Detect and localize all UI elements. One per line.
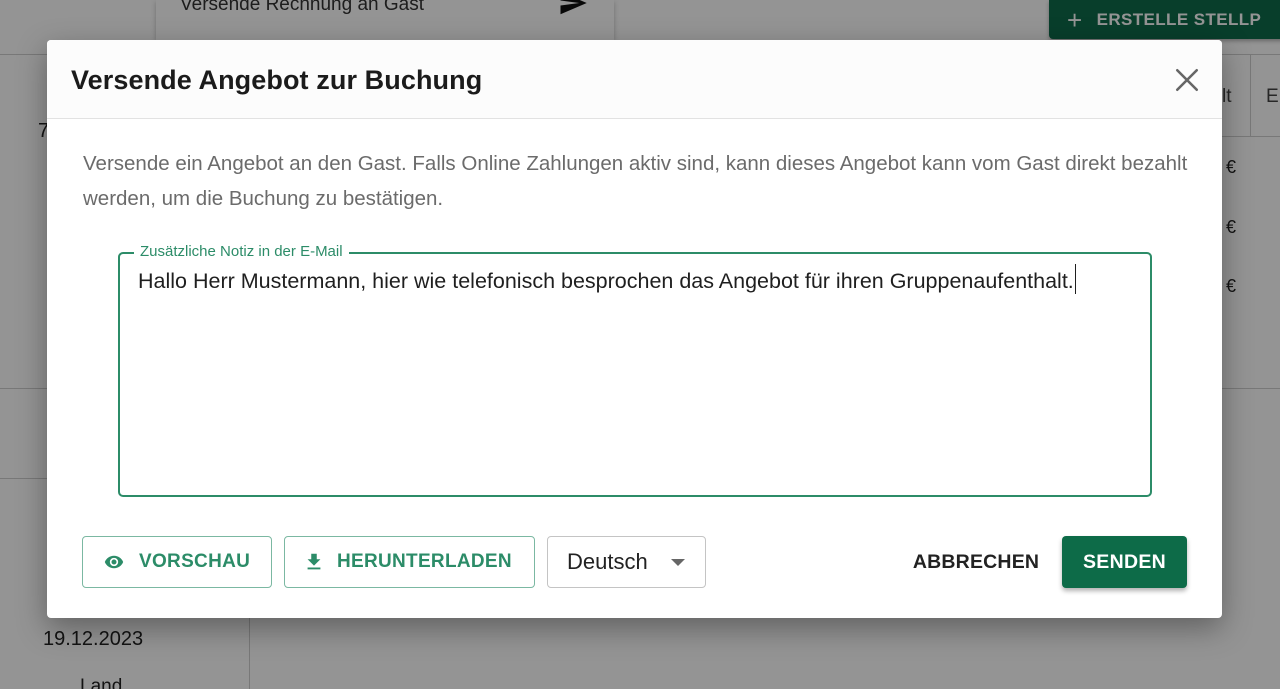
- close-icon[interactable]: [1174, 67, 1200, 93]
- download-button-label: HERUNTERLADEN: [337, 551, 512, 572]
- download-icon: [307, 553, 321, 570]
- dialog-title: Versende Angebot zur Buchung: [71, 65, 483, 95]
- preview-button[interactable]: VORSCHAU: [82, 536, 272, 588]
- download-button[interactable]: HERUNTERLADEN: [284, 536, 535, 588]
- dialog-header: Versende Angebot zur Buchung: [47, 40, 1222, 119]
- dialog-actions: VORSCHAU HERUNTERLADEN Deutsch ABBRECHEN…: [47, 536, 1222, 590]
- email-note-input[interactable]: Hallo Herr Mustermann, hier wie telefoni…: [138, 264, 1118, 298]
- dialog-description: Versende ein Angebot an den Gast. Falls …: [83, 152, 1188, 210]
- email-note-value: Hallo Herr Mustermann, hier wie telefoni…: [138, 269, 1074, 293]
- caret-down-icon: [671, 559, 685, 566]
- email-note-label: Zusätzliche Notiz in der E-Mail: [134, 243, 349, 261]
- text-cursor: [1074, 264, 1077, 294]
- cancel-button[interactable]: ABBRECHEN: [913, 536, 1039, 588]
- language-select-value: Deutsch: [567, 549, 648, 574]
- send-button[interactable]: SENDEN: [1062, 536, 1187, 588]
- send-offer-dialog: Versende Angebot zur Buchung Versende ei…: [47, 40, 1222, 618]
- eye-icon: [104, 555, 124, 569]
- preview-button-label: VORSCHAU: [139, 551, 251, 572]
- email-note-textarea[interactable]: Zusätzliche Notiz in der E-Mail Hallo He…: [118, 243, 1152, 497]
- language-select[interactable]: Deutsch: [547, 536, 706, 588]
